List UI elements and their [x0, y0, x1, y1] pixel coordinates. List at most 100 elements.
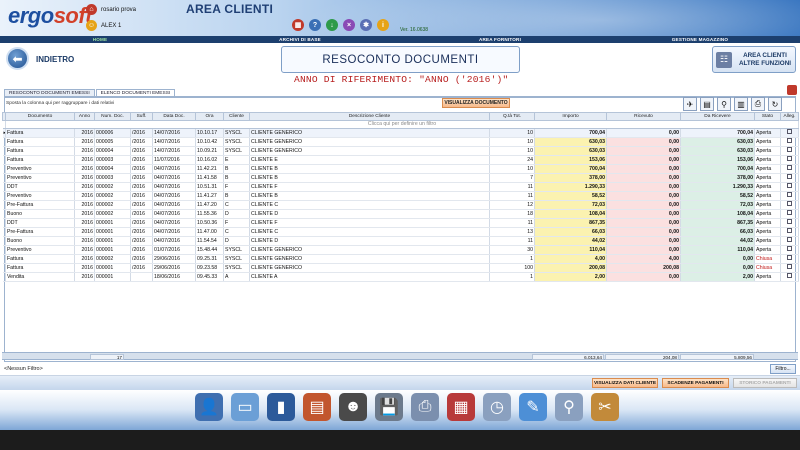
checkbox-icon[interactable] [787, 129, 792, 135]
table-row[interactable]: Buono 2016 000001/2016 04/07/2016 11.54.54 D C… [2, 236, 799, 247]
table-row[interactable]: Fattura 2016 000002/2016 29/06/2016 09.25.31… [2, 254, 799, 265]
table-row[interactable]: Buono 2016 000002/2016 04/07/2016 11.55.36 D C… [2, 209, 799, 220]
customer-icon[interactable]: 👤 [195, 393, 223, 421]
checkbox-icon[interactable] [787, 264, 792, 270]
agent-icon[interactable]: ☻ [339, 393, 367, 421]
checkbox-icon[interactable] [787, 192, 792, 198]
table-row[interactable]: ▸Fattura2016000006/201614/07/201610.10.1… [2, 128, 799, 139]
export-icon[interactable]: ✈ [683, 97, 697, 111]
checkbox-icon[interactable] [787, 237, 792, 243]
checkbox-icon[interactable] [787, 156, 792, 162]
nav-archivi[interactable]: ARCHIVI DI BASE [200, 36, 400, 43]
attachment-checkbox[interactable] [780, 164, 799, 175]
checkbox-icon[interactable] [787, 138, 792, 144]
info-icon[interactable]: i [377, 19, 389, 31]
attachment-checkbox[interactable] [780, 236, 799, 247]
back-button[interactable]: ⬅ [6, 47, 29, 70]
attachment-checkbox[interactable] [780, 200, 799, 211]
tag-icon[interactable]: ✎ [519, 393, 547, 421]
documents-icon[interactable]: ▤ [303, 393, 331, 421]
nav-home[interactable]: HOME [0, 36, 200, 43]
table-row[interactable]: Fattura 2016 000001/2016 29/06/2016 09.23.58… [2, 263, 799, 274]
attachment-checkbox[interactable] [780, 254, 799, 265]
excel-icon[interactable]: ▤ [700, 97, 714, 111]
nav-magazzino[interactable]: GESTIONE MAGAZZINO [600, 36, 800, 43]
card-icon[interactable]: ▭ [231, 393, 259, 421]
clock-icon[interactable]: ◷ [483, 393, 511, 421]
attachment-checkbox[interactable] [780, 209, 799, 220]
save-icon[interactable]: 💾 [375, 393, 403, 421]
print-icon[interactable] [787, 85, 797, 95]
filter-row[interactable]: Clicca qui per definire un filtro [2, 120, 799, 130]
tab-resoconto[interactable]: RESOCONTO DOCUMENTI EMESSI [4, 89, 95, 96]
attachment-checkbox[interactable] [780, 227, 799, 238]
attachment-checkbox[interactable] [780, 173, 799, 184]
checkbox-icon[interactable] [787, 255, 792, 261]
attachment-checkbox[interactable] [780, 155, 799, 166]
filter-icon[interactable]: ⚲ [717, 97, 731, 111]
column-header[interactable]: Suff. [130, 112, 153, 121]
download-icon[interactable]: ↓ [326, 19, 338, 31]
table-row[interactable]: DDT 2016 000001/2016 04/07/2016 10.50.36 F CLI… [2, 218, 799, 229]
show-client-data-button[interactable]: VISUALIZZA DATI CLIENTE [592, 378, 658, 388]
attachment-checkbox[interactable] [780, 218, 799, 229]
table-row[interactable]: Pre-Fattura 2016 000001/2016 04/07/2016 11.4… [2, 227, 799, 238]
report-icon[interactable]: ▥ [734, 97, 748, 111]
column-header[interactable]: Q.tà Tot. [489, 112, 535, 121]
checkbox-icon[interactable] [787, 219, 792, 225]
table-row[interactable]: Fattura 2016 000004/2016 14/07/2016 10.09.21… [2, 146, 799, 157]
table-row[interactable]: Preventivo 2016 000002/2016 04/07/2016 11.41… [2, 191, 799, 202]
column-header[interactable]: Cliente [223, 112, 250, 121]
table-row[interactable]: DDT 2016 000002/2016 04/07/2016 10.51.31 F CLI… [2, 182, 799, 193]
help-icon[interactable]: ? [309, 19, 321, 31]
calendar-icon[interactable]: ▦ [447, 393, 475, 421]
attachment-checkbox[interactable] [780, 128, 799, 139]
table-row[interactable]: Preventivo 2016 000004/2016 04/07/2016 11.42… [2, 164, 799, 175]
checkbox-icon[interactable] [787, 228, 792, 234]
attachment-checkbox[interactable] [780, 272, 799, 283]
search-icon[interactable]: ⚲ [555, 393, 583, 421]
column-header[interactable]: Ricevuto [606, 112, 681, 121]
table-row[interactable]: Pre-Fattura 2016 000002/2016 04/07/2016 11.4… [2, 200, 799, 211]
binder-icon[interactable]: ▮ [267, 393, 295, 421]
column-header[interactable]: Stato [754, 112, 781, 121]
column-header[interactable]: Ora [195, 112, 224, 121]
column-header[interactable]: Anno [74, 112, 95, 121]
checkbox-icon[interactable] [787, 246, 792, 252]
back-label[interactable]: INDIETRO [36, 55, 74, 64]
table-row[interactable]: Fattura 2016 000005/2016 14/07/2016 10.10.42… [2, 137, 799, 148]
attachment-checkbox[interactable] [780, 146, 799, 157]
column-header[interactable]: Data Doc. [152, 112, 196, 121]
attachment-checkbox[interactable] [780, 245, 799, 256]
filter-button[interactable]: Filtro... [770, 364, 796, 374]
checkbox-icon[interactable] [787, 147, 792, 153]
checkbox-icon[interactable] [787, 165, 792, 171]
more-functions-button[interactable]: ☷ AREA CLIENTI ALTRE FUNZIONI [712, 46, 796, 73]
column-header[interactable]: Num. Doc. [94, 112, 131, 121]
column-header[interactable]: Importo [534, 112, 607, 121]
calculator-icon[interactable]: ▦ [292, 19, 304, 31]
column-header[interactable]: Descrizione Cliente [249, 112, 490, 121]
table-row[interactable]: Preventivo 2016 000001/2016 01/07/2016 15.48… [2, 245, 799, 256]
checkbox-icon[interactable] [787, 174, 792, 180]
settings-icon[interactable]: ✱ [360, 19, 372, 31]
refresh-icon[interactable]: ↻ [768, 97, 782, 111]
checkbox-icon[interactable] [787, 183, 792, 189]
table-row[interactable]: Preventivo 2016 000003/2016 04/07/2016 11.41… [2, 173, 799, 184]
payment-history-button[interactable]: STORICO PAGAMENTI [733, 378, 797, 388]
column-header[interactable]: Alleg. [780, 112, 799, 121]
nav-fornitori[interactable]: AREA FORNITORI [400, 36, 600, 43]
view-document-button[interactable]: VISUALIZZA DOCUMENTO [442, 98, 510, 108]
filter-hint[interactable]: Clicca qui per definire un filtro [5, 120, 799, 130]
column-header[interactable]: Da Ricevere [680, 112, 755, 121]
column-header[interactable]: Documento [5, 112, 75, 121]
due-payments-button[interactable]: SCADENZE PAGAMENTI [662, 378, 729, 388]
printer-icon[interactable]: ⎙ [411, 393, 439, 421]
checkbox-icon[interactable] [787, 210, 792, 216]
checkbox-icon[interactable] [787, 273, 792, 279]
table-row[interactable]: Fattura 2016 000003/2016 11/07/2016 10.16.02… [2, 155, 799, 166]
attachment-checkbox[interactable] [780, 263, 799, 274]
attachment-checkbox[interactable] [780, 191, 799, 202]
tools-icon[interactable]: ✂ [591, 393, 619, 421]
close-icon[interactable]: × [343, 19, 355, 31]
